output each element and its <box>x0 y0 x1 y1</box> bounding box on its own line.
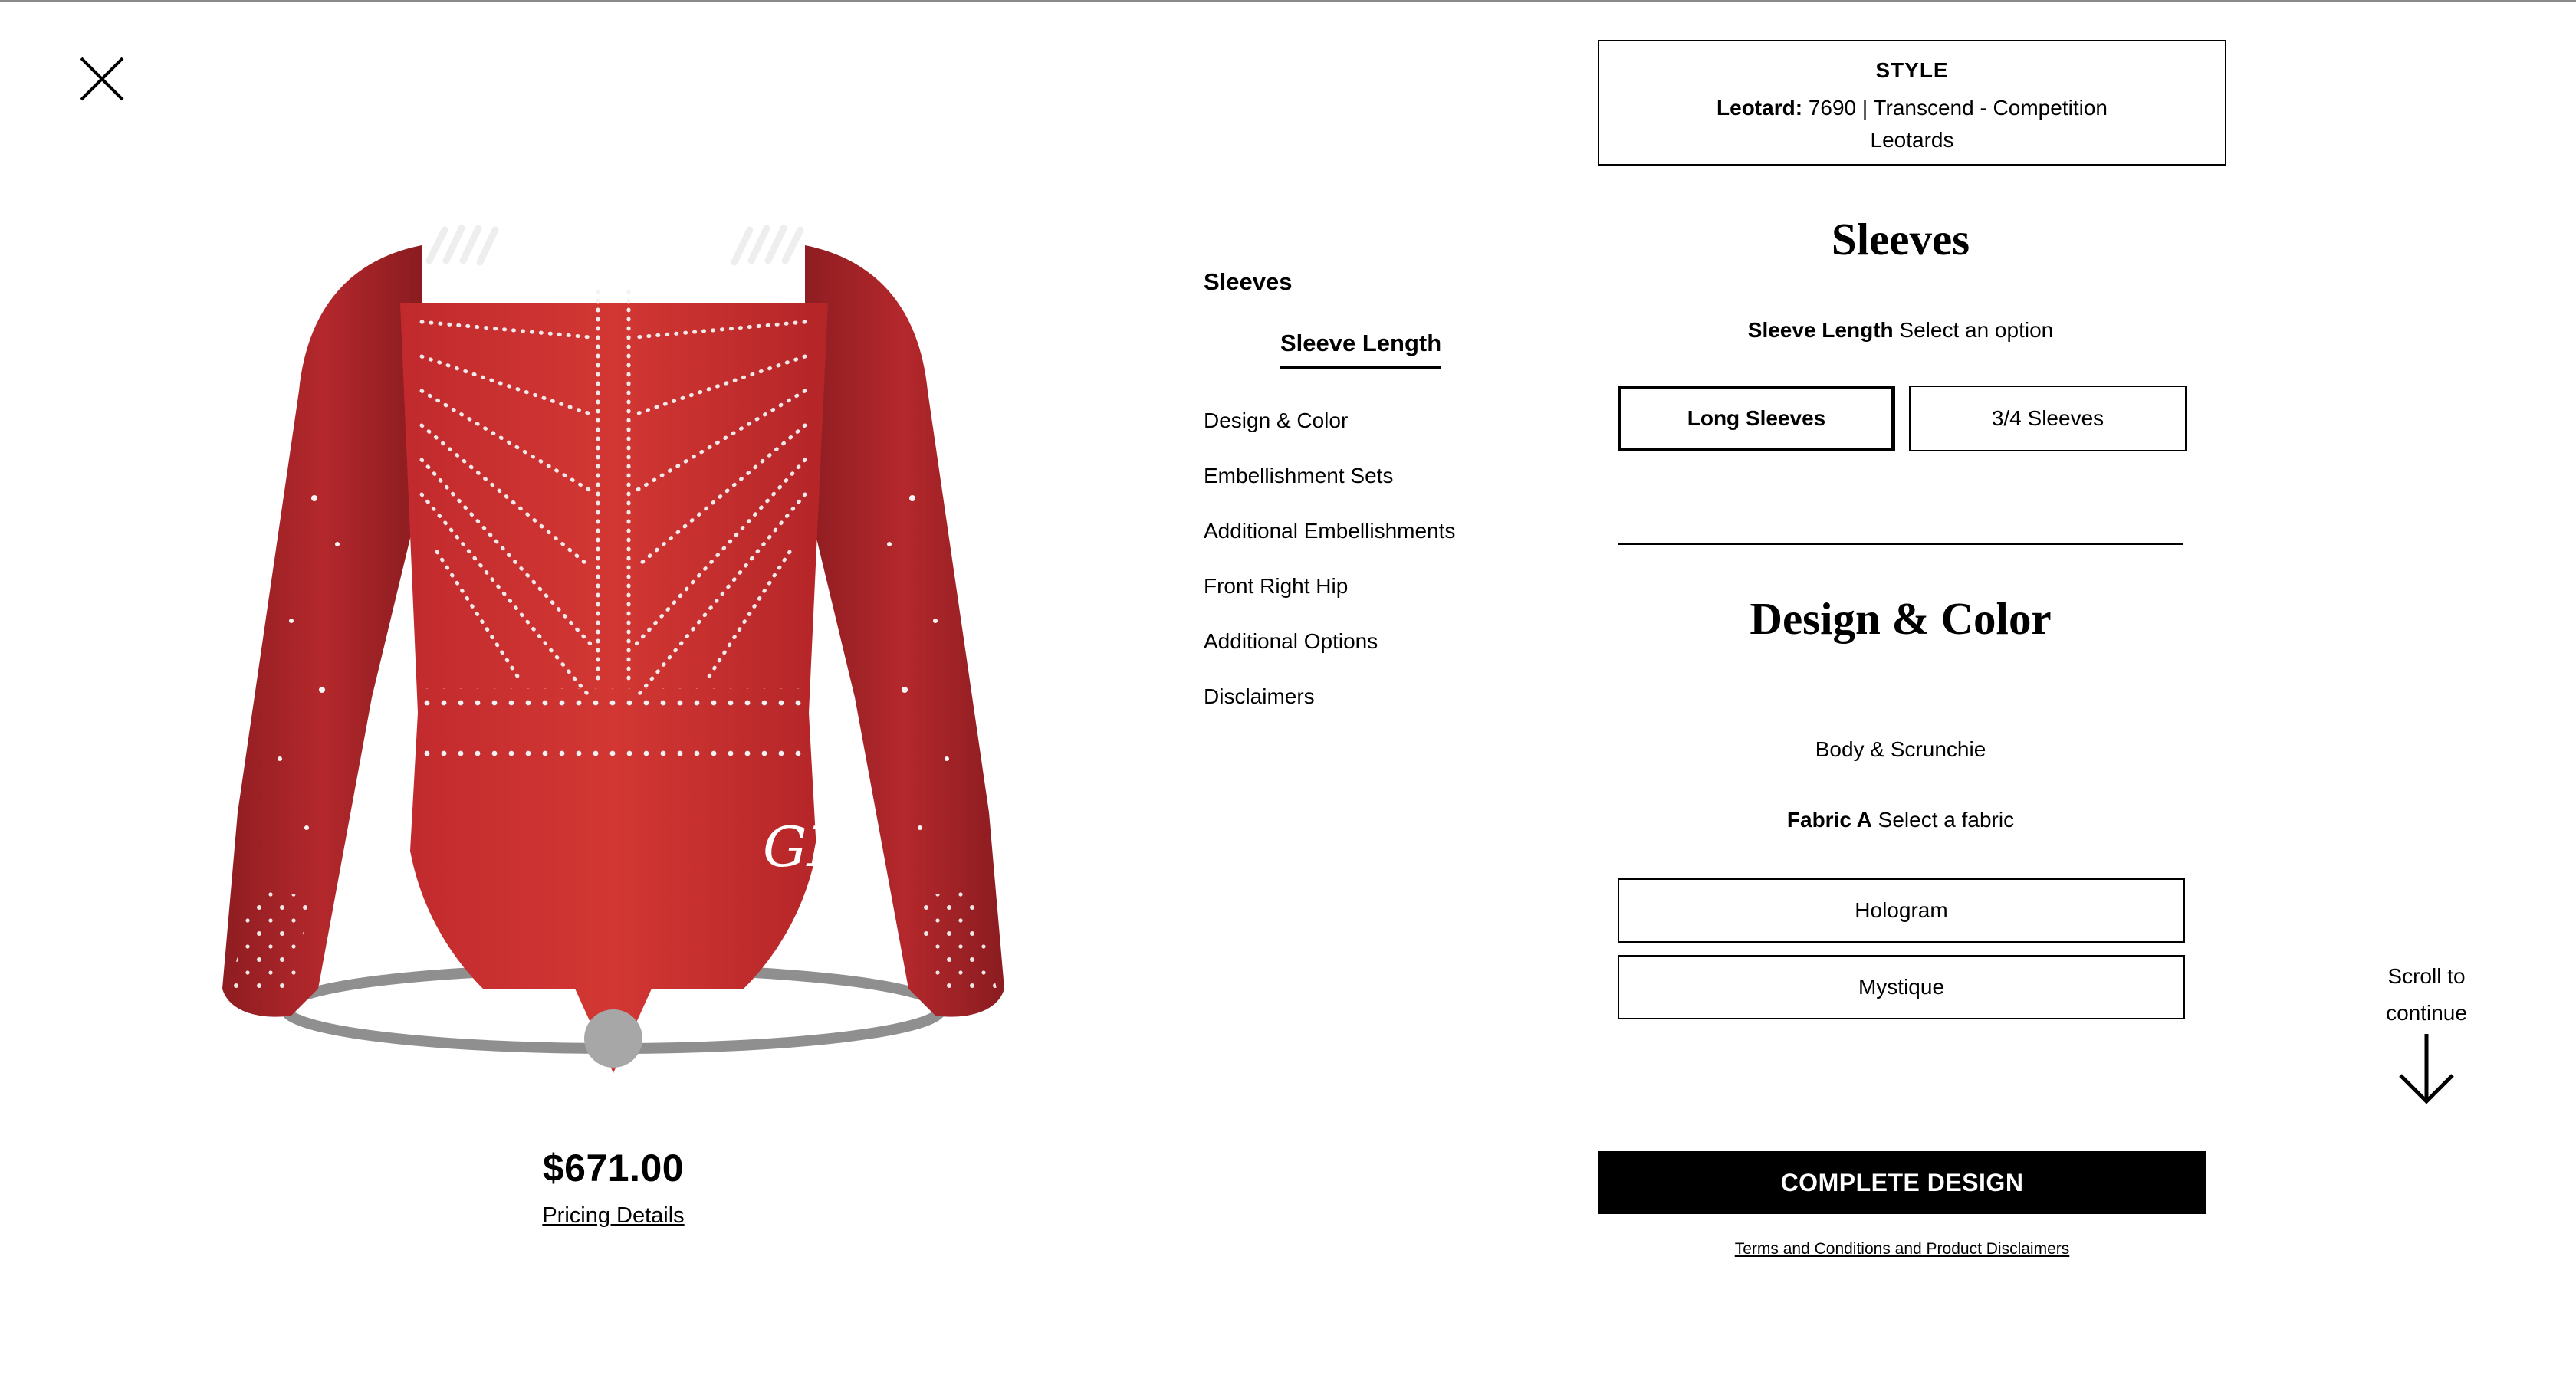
leotard-image: GK <box>222 225 1004 1073</box>
style-value: 7690 | Transcend - Competition Leotards <box>1808 96 2108 152</box>
shoulder-straps <box>426 225 804 266</box>
complete-design-button[interactable]: COMPLETE DESIGN <box>1598 1151 2206 1214</box>
nav-section-sleeves[interactable]: Sleeves <box>1204 268 1526 296</box>
nav-item-design-color[interactable]: Design & Color <box>1204 409 1526 464</box>
fabric-option-mystique[interactable]: Mystique <box>1618 955 2185 1019</box>
style-summary: STYLE Leotard: 7690 | Transcend - Compet… <box>1598 40 2226 166</box>
rotate-handle[interactable] <box>584 1009 642 1068</box>
style-title: STYLE <box>1875 58 1949 82</box>
terms-conditions-link[interactable]: Terms and Conditions and Product Disclai… <box>1598 1240 2206 1259</box>
sleeve-length-options: Long Sleeves 3/4 Sleeves <box>1618 386 2203 451</box>
price: $671.00 <box>542 1147 685 1190</box>
fabric-a-label: Fabric A Select a fabric <box>1598 808 2203 832</box>
nav-item-front-right-hip[interactable]: Front Right Hip <box>1204 575 1526 630</box>
sleeve-length-label: Sleeve Length Select an option <box>1598 318 2203 343</box>
scroll-hint-line2: continue <box>2386 1001 2467 1025</box>
sleeve-length-prompt: Select an option <box>1899 318 2054 342</box>
design-color-heading: Design & Color <box>1750 593 2052 644</box>
style-label: Leotard: <box>1717 96 1803 120</box>
long-sleeves-option[interactable]: Long Sleeves <box>1618 386 1895 451</box>
product-preview[interactable]: GK <box>115 222 1112 1111</box>
section-divider <box>1618 543 2183 545</box>
pricing-details-link[interactable]: Pricing Details <box>429 1203 797 1229</box>
three-quarter-sleeves-option[interactable]: 3/4 Sleeves <box>1909 386 2187 451</box>
nav-item-disclaimers[interactable]: Disclaimers <box>1204 685 1526 740</box>
sleeve-length-title: Sleeve Length <box>1747 318 1894 342</box>
fabric-a-prompt: Select a fabric <box>1878 808 2015 832</box>
top-border <box>0 0 2576 2</box>
leotard-body <box>400 303 828 1073</box>
scroll-hint: Scroll to continue <box>2365 958 2488 1032</box>
configurator-panel[interactable]: Sleeves Sleeve Length Select an option L… <box>1598 192 2203 1062</box>
style-description: Leotard: 7690 | Transcend - Competition … <box>1697 92 2127 156</box>
fabric-option-hologram[interactable]: Hologram <box>1618 878 2185 943</box>
nav-item-additional-embellishments[interactable]: Additional Embellishments <box>1204 520 1526 575</box>
scroll-hint-line1: Scroll to <box>2387 964 2466 988</box>
brand-logo: GK <box>763 815 852 879</box>
fabric-a-title: Fabric A <box>1786 808 1872 832</box>
nav-item-additional-options[interactable]: Additional Options <box>1204 630 1526 685</box>
close-icon <box>80 57 124 101</box>
body-scrunchie-label: Body & Scrunchie <box>1815 737 1986 761</box>
sleeves-heading: Sleeves <box>1831 214 1970 264</box>
arrow-down-icon <box>2399 1034 2454 1104</box>
nav-item-sleeve-length[interactable]: Sleeve Length <box>1280 330 1442 369</box>
configurator-nav: Sleeves Sleeve Length Design & Color Emb… <box>1204 268 1526 740</box>
nav-item-embellishment-sets[interactable]: Embellishment Sets <box>1204 464 1526 520</box>
close-button[interactable] <box>77 54 127 104</box>
